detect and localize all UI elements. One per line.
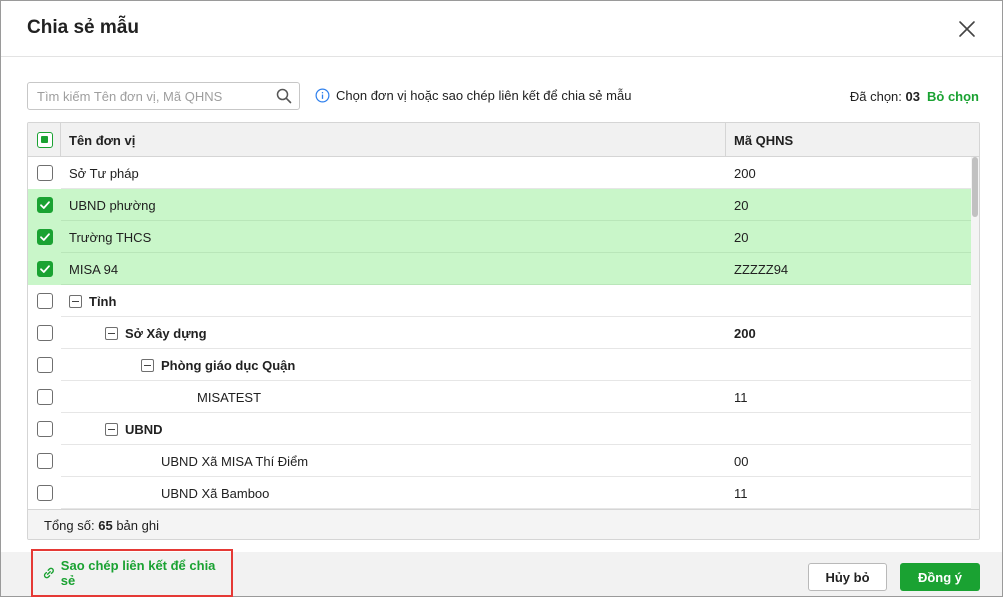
selected-count: Đã chọn: 03: [850, 89, 920, 104]
unit-name: Trường THCS: [69, 230, 152, 245]
unit-name: UBND Xã Bamboo: [161, 486, 270, 501]
row-checkbox[interactable]: [37, 453, 53, 469]
unit-code-cell: 11: [734, 390, 748, 405]
share-template-dialog: Chia sẻ mẫu Chọn đơn vị hoặc sao chép li…: [0, 0, 1003, 597]
table-row[interactable]: Tỉnh: [28, 285, 971, 317]
unit-code-cell: 20: [734, 198, 749, 213]
close-icon: [959, 21, 975, 37]
total-records: Tổng số: 65 bản ghi: [44, 518, 159, 533]
unit-code-cell: 200: [734, 326, 756, 341]
row-checkbox[interactable]: [37, 197, 53, 213]
table-row[interactable]: Sở Xây dựng 200: [28, 317, 971, 349]
select-all-checkbox[interactable]: [37, 132, 53, 148]
collapse-toggle-icon[interactable]: [141, 359, 154, 372]
table-row[interactable]: Sở Tư pháp 200: [28, 157, 971, 189]
row-checkbox[interactable]: [37, 325, 53, 341]
share-hint: Chọn đơn vị hoặc sao chép liên kết để ch…: [315, 88, 631, 103]
unit-name: UBND phường: [69, 198, 156, 213]
table-row[interactable]: UBND Xã MISA Thí Điểm 00: [28, 445, 971, 477]
total-label: Tổng số:: [44, 518, 95, 533]
unit-name: UBND Xã MISA Thí Điểm: [161, 454, 309, 469]
table-row[interactable]: Phòng giáo dục Quận: [28, 349, 971, 381]
hint-text: Chọn đơn vị hoặc sao chép liên kết để ch…: [336, 88, 632, 103]
unit-name-cell: Phòng giáo dục Quận: [141, 358, 295, 373]
unit-name-cell: MISA 94: [69, 262, 118, 277]
unit-grid: Tên đơn vị Mã QHNS Sở Tư pháp 200 UBND phư…: [27, 122, 980, 540]
row-checkbox[interactable]: [37, 421, 53, 437]
unit-name: Phòng giáo dục Quận: [161, 358, 296, 373]
column-header-code: Mã QHNS: [734, 133, 794, 148]
total-count: 65: [98, 518, 113, 533]
dialog-title: Chia sẻ mẫu: [27, 17, 139, 38]
unit-code-cell: 20: [734, 230, 749, 245]
table-row[interactable]: Trường THCS 20: [28, 221, 971, 253]
close-button[interactable]: [955, 17, 979, 41]
unit-name: Sở Tư pháp: [69, 166, 139, 181]
column-header-name: Tên đơn vị: [69, 133, 136, 148]
row-checkbox[interactable]: [37, 229, 53, 245]
row-checkbox[interactable]: [37, 165, 53, 181]
unit-name-cell: Tỉnh: [69, 294, 116, 309]
table-row[interactable]: MISATEST 11: [28, 381, 971, 413]
column-divider[interactable]: [725, 123, 726, 157]
header-check-cell: [28, 123, 61, 157]
collapse-toggle-icon[interactable]: [105, 327, 118, 340]
unit-code-cell: 11: [734, 486, 748, 501]
row-checkbox[interactable]: [37, 293, 53, 309]
unit-name-cell: UBND Xã Bamboo: [161, 486, 269, 501]
link-icon: [43, 567, 54, 579]
unit-name-cell: Trường THCS: [69, 230, 151, 245]
search-icon[interactable]: [276, 88, 292, 104]
table-row[interactable]: UBND Xã Bamboo 11: [28, 477, 971, 509]
table-row[interactable]: MISA 94 ZZZZZ94: [28, 253, 971, 285]
unit-name-cell: Sở Xây dựng: [105, 326, 207, 341]
vertical-scrollbar[interactable]: [971, 157, 979, 509]
total-unit: bản ghi: [116, 518, 159, 533]
unit-name-cell: UBND phường: [69, 198, 156, 213]
unit-code-cell: ZZZZZ94: [734, 262, 789, 277]
check-icon: [40, 233, 50, 241]
copy-share-link[interactable]: Sao chép liên kết để chia sẻ: [31, 549, 233, 597]
grid-footer: Tổng số: 65 bản ghi: [28, 509, 979, 539]
unit-name-cell: UBND: [105, 422, 163, 437]
grid-header: Tên đơn vị Mã QHNS: [28, 123, 979, 157]
unit-name: UBND: [125, 422, 163, 437]
row-checkbox[interactable]: [37, 261, 53, 277]
selected-count-label: Đã chọn:: [849, 89, 902, 104]
unit-name: Tỉnh: [89, 294, 117, 309]
row-checkbox[interactable]: [37, 357, 53, 373]
check-icon: [40, 265, 50, 273]
unit-code-cell: 200: [734, 166, 756, 181]
unit-name: Sở Xây dựng: [125, 326, 207, 341]
unit-name-cell: UBND Xã MISA Thí Điểm: [161, 454, 308, 469]
search-box: [27, 82, 300, 110]
grid-rows: Sở Tư pháp 200 UBND phường 20 Trường THCS 20 M…: [28, 157, 971, 509]
row-checkbox[interactable]: [37, 485, 53, 501]
search-input[interactable]: [28, 83, 268, 109]
selected-count-value: 03: [905, 89, 920, 104]
deselect-all-link[interactable]: Bỏ chọn: [927, 89, 979, 104]
unit-name-cell: Sở Tư pháp: [69, 166, 139, 181]
table-row[interactable]: UBND: [28, 413, 971, 445]
unit-code-cell: 00: [734, 454, 749, 469]
row-checkbox[interactable]: [37, 389, 53, 405]
info-icon: [315, 88, 330, 103]
unit-name: MISA 94: [69, 262, 119, 277]
unit-name: MISATEST: [197, 390, 262, 405]
table-row[interactable]: UBND phường 20: [28, 189, 971, 221]
copy-link-label: Sao chép liên kết để chia sẻ: [60, 558, 216, 588]
confirm-button[interactable]: Đồng ý: [900, 563, 980, 591]
scrollbar-thumb[interactable]: [972, 157, 978, 217]
collapse-toggle-icon[interactable]: [69, 295, 82, 308]
collapse-toggle-icon[interactable]: [105, 423, 118, 436]
check-icon: [40, 201, 50, 209]
unit-name-cell: MISATEST: [197, 390, 261, 405]
cancel-button[interactable]: Hủy bỏ: [808, 563, 887, 591]
dialog-header: Chia sẻ mẫu: [1, 1, 1002, 57]
